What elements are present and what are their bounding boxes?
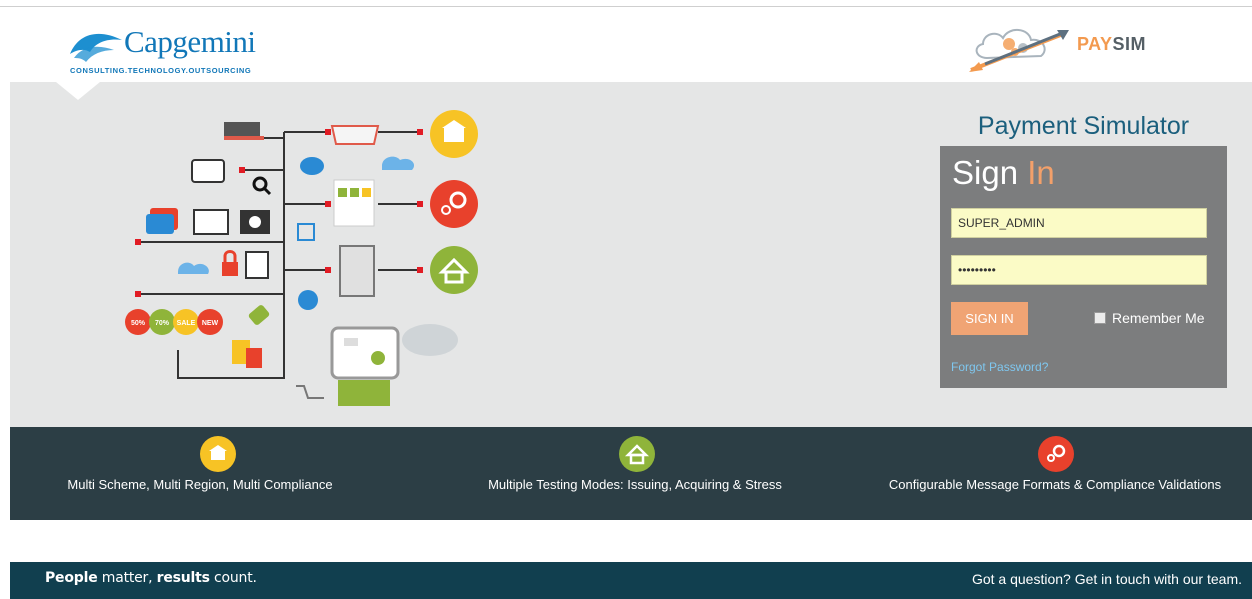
bank-icon [430,110,478,158]
payment-simulator-title: Payment Simulator [977,112,1190,140]
contact-link[interactable]: Got a question? Get in touch with our te… [972,571,1242,587]
capgemini-spade-icon [70,33,122,62]
feature-message-formats: Configurable Message Formats & Complianc… [865,427,1245,520]
feature-multi-scheme: Multi Scheme, Multi Region, Multi Compli… [50,427,350,520]
bank-icon [200,436,236,472]
password-input[interactable] [951,255,1207,285]
checkbox-box[interactable] [1094,312,1106,324]
remember-me-checkbox[interactable]: Remember Me [1094,310,1205,326]
cloud-arrows-icon [969,29,1069,72]
features-band: Multi Scheme, Multi Region, Multi Compli… [10,427,1252,520]
paysim-logo: PAYSIM [965,22,1165,74]
footer-bar: People matter, results count. Got a ques… [10,562,1252,599]
capgemini-logo: Capgemini CONSULTING.TECHNOLOGY.OUTSOURC… [68,24,278,76]
payment-illustration: 50% 70% SALE NEW [125,110,478,406]
sign-in-panel: Sign In SIGN IN Remember Me Forgot Passw… [940,146,1227,388]
tag-sale: SALE [177,320,196,327]
house-icon [430,246,478,294]
gears-icon [1038,436,1074,472]
username-input[interactable] [951,208,1207,238]
tag-70: 70% [155,320,170,327]
tag-50: 50% [131,320,146,327]
footer-tagline: People matter, results count. [45,570,257,586]
feature-testing-modes: Multiple Testing Modes: Issuing, Acquiri… [465,427,805,520]
paysim-wordmark: PAYSIM [1077,34,1147,54]
hero-notch [56,82,100,100]
sign-in-button[interactable]: SIGN IN [951,302,1028,335]
house-icon [619,436,655,472]
gears-icon [430,180,478,228]
forgot-password-link[interactable]: Forgot Password? [951,360,1048,374]
tag-new: NEW [202,320,219,327]
capgemini-tagline: CONSULTING.TECHNOLOGY.OUTSOURCING [70,66,252,75]
capgemini-wordmark: Capgemini [124,24,256,59]
sign-in-heading: Sign In [952,154,1055,191]
top-divider [0,6,1252,7]
